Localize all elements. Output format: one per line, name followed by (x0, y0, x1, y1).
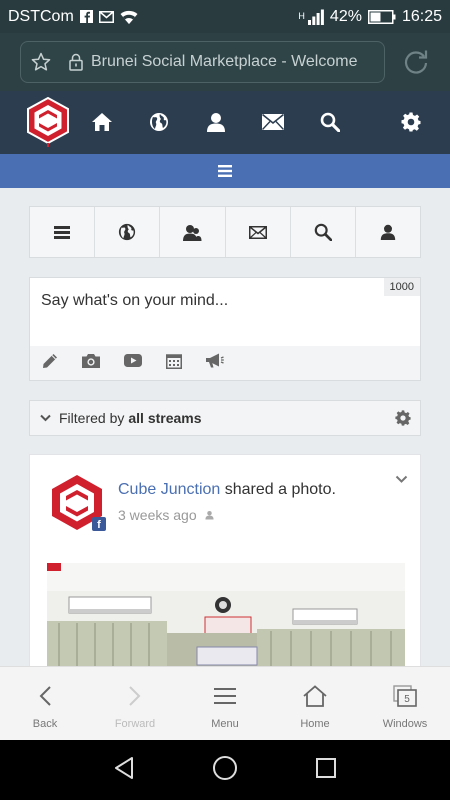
android-back-icon[interactable] (113, 756, 135, 785)
back-arrow-icon (39, 686, 51, 706)
envelope-icon (248, 225, 267, 239)
tab-profile[interactable] (356, 207, 420, 257)
site-header (0, 91, 450, 154)
hamburger-menu-icon (218, 165, 232, 177)
clock: 16:25 (401, 7, 442, 25)
filter-value: all streams (128, 410, 202, 426)
home-label: Home (300, 718, 330, 730)
android-recents-icon[interactable] (315, 757, 337, 784)
facebook-notification-icon (79, 10, 93, 23)
stream-filter-bar[interactable]: Filtered by all streams (29, 400, 421, 436)
windows-button[interactable]: 5 Windows (360, 667, 450, 740)
tab-stream[interactable] (30, 207, 96, 257)
camera-icon[interactable] (82, 353, 100, 373)
post-photo[interactable] (47, 563, 405, 666)
post-action: shared a photo. (224, 481, 336, 498)
menu-button[interactable]: Menu (180, 667, 270, 740)
tab-everyone[interactable] (95, 207, 161, 257)
browser-bottom-bar: Back Forward Menu Home 5 Windows (0, 666, 450, 740)
battery-percent: 42% (329, 7, 362, 25)
tab-messages[interactable] (226, 207, 291, 257)
forward-label: Forward (114, 718, 156, 730)
status-bar: DSTCom H 42% 16:25 (0, 0, 450, 33)
tab-friends[interactable] (160, 207, 226, 257)
android-home-icon[interactable] (212, 755, 238, 786)
author-link[interactable]: Cube Junction (118, 481, 220, 498)
stream-tab-bar (29, 206, 421, 258)
post-meta: 3 weeks ago (118, 507, 214, 523)
browser-toolbar: Brunei Social Marketplace - Welcome (0, 33, 450, 91)
search-icon[interactable] (318, 110, 342, 134)
status-composer[interactable]: Say what's on your mind... 1000 (29, 277, 421, 381)
windows-tabs-icon: 5 (393, 685, 417, 707)
lock-icon (61, 53, 91, 71)
android-navigation-bar (0, 740, 450, 800)
forward-button[interactable]: Forward (90, 667, 180, 740)
search-icon (314, 223, 332, 241)
content-area: Say what's on your mind... 1000 Filtered… (0, 188, 450, 666)
battery-icon (367, 9, 396, 24)
home-outline-icon (303, 685, 327, 707)
bookmark-star-icon[interactable] (21, 52, 61, 72)
reload-icon[interactable] (402, 47, 430, 80)
filter-prefix: Filtered by (59, 410, 125, 426)
character-counter: 1000 (383, 278, 420, 296)
wifi-icon (120, 9, 138, 25)
post-timestamp[interactable]: 3 weeks ago (118, 507, 197, 523)
site-menu-toggle[interactable] (0, 154, 450, 188)
post-options-chevron-icon[interactable] (395, 471, 408, 489)
megaphone-icon[interactable] (206, 353, 224, 373)
privacy-user-icon (205, 510, 214, 520)
pencil-icon[interactable] (42, 353, 58, 374)
network-type: H (298, 11, 305, 21)
forward-arrow-icon (129, 686, 141, 706)
calendar-icon[interactable] (166, 353, 182, 374)
user-icon (380, 224, 396, 240)
filter-settings-icon[interactable] (395, 410, 411, 429)
home-icon[interactable] (90, 110, 114, 134)
facebook-badge-icon: f (92, 517, 106, 531)
settings-gear-icon[interactable] (399, 110, 423, 134)
composer-placeholder[interactable]: Say what's on your mind... (41, 292, 228, 310)
mail-notification-icon (98, 10, 114, 23)
carrier-name: DSTCom (8, 7, 74, 25)
chevron-down-icon (40, 414, 51, 422)
windows-label: Windows (382, 718, 428, 730)
globe-icon[interactable] (147, 110, 171, 134)
signal-icon (307, 9, 324, 25)
hamburger-icon (214, 688, 236, 704)
composer-toolbar (30, 346, 420, 380)
back-button[interactable]: Back (0, 667, 90, 740)
messages-icon[interactable] (261, 110, 285, 134)
feed-post: f Cube Junction shared a photo. 3 weeks … (29, 454, 421, 666)
menu-label: Menu (211, 718, 239, 730)
users-icon (183, 224, 202, 241)
windows-count: 5 (404, 694, 410, 705)
list-icon (54, 225, 71, 239)
post-headline: Cube Junction shared a photo. (118, 481, 336, 499)
page-title: Brunei Social Marketplace - Welcome (91, 53, 358, 70)
back-label: Back (32, 718, 58, 730)
globe-icon (119, 223, 136, 241)
youtube-icon[interactable] (124, 354, 142, 372)
home-button[interactable]: Home (270, 667, 360, 740)
profile-icon[interactable] (204, 110, 228, 134)
tab-search[interactable] (291, 207, 356, 257)
address-bar[interactable]: Brunei Social Marketplace - Welcome (20, 41, 385, 83)
